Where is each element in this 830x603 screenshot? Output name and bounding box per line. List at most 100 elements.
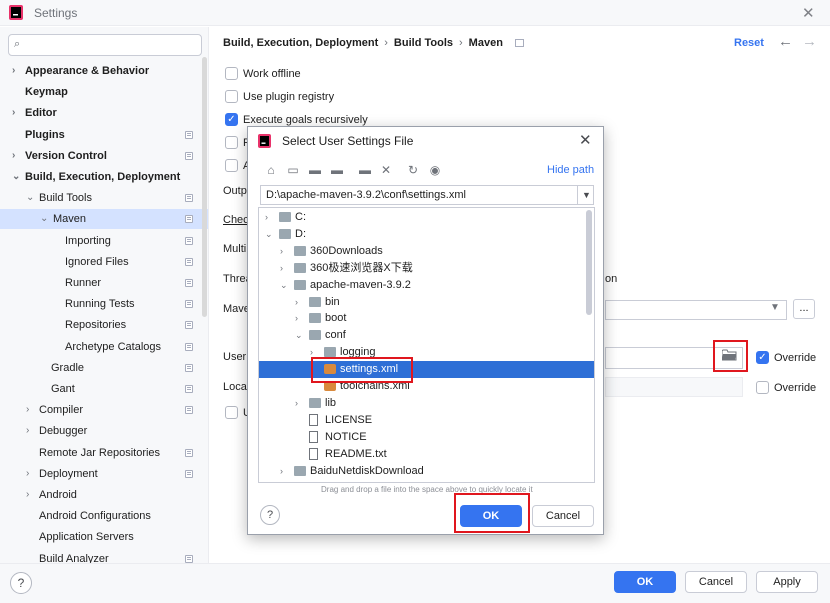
file-tree-row[interactable]: README.txt bbox=[259, 446, 594, 463]
help-button[interactable]: ? bbox=[10, 572, 32, 594]
chevron-down-icon[interactable]: ⌄ bbox=[295, 327, 303, 344]
desktop-icon[interactable]: ▭ bbox=[286, 163, 300, 177]
chevron-right-icon[interactable]: › bbox=[12, 61, 15, 81]
sidebar-item[interactable]: › Compiler bbox=[0, 400, 208, 420]
chevron-down-icon[interactable]: ▼ bbox=[770, 302, 780, 313]
work-offline-checkbox[interactable] bbox=[225, 67, 238, 80]
show-hidden-icon[interactable]: ◉ bbox=[428, 163, 442, 177]
sidebar-item[interactable]: › Debugger bbox=[0, 421, 208, 441]
chevron-right-icon[interactable]: › bbox=[280, 463, 283, 480]
folder-tree-row[interactable]: › BaiduNetdiskDownload bbox=[259, 463, 594, 480]
delete-icon[interactable]: ✕ bbox=[379, 163, 393, 177]
new-folder-icon[interactable]: ▬ bbox=[358, 163, 372, 177]
sidebar-item[interactable]: Repositories bbox=[0, 315, 208, 335]
chevron-right-icon[interactable]: › bbox=[295, 310, 298, 327]
sidebar-item[interactable]: › Appearance & Behavior bbox=[0, 61, 208, 81]
folder-tree-row[interactable]: › C: bbox=[259, 209, 594, 226]
file-tree-row[interactable]: NOTICE bbox=[259, 429, 594, 446]
path-input[interactable]: D:\apache-maven-3.9.2\conf\settings.xml … bbox=[260, 185, 594, 205]
override-user-settings-checkbox[interactable]: ✓ bbox=[756, 351, 769, 364]
cancel-button[interactable]: Cancel bbox=[685, 571, 747, 593]
apply-button[interactable]: Apply bbox=[756, 571, 818, 593]
chevron-down-icon[interactable]: ⌄ bbox=[26, 188, 34, 208]
sidebar-item[interactable]: Ignored Files bbox=[0, 252, 208, 272]
sidebar-scrollbar[interactable] bbox=[202, 57, 207, 317]
folder-tree-row[interactable]: ⌄ apache-maven-3.9.2 bbox=[259, 277, 594, 294]
dialog-help-button[interactable]: ? bbox=[260, 505, 280, 525]
folder-tree-row[interactable]: › 360Downloads bbox=[259, 243, 594, 260]
chevron-down-icon[interactable]: ⌄ bbox=[12, 167, 20, 187]
file-tree-row[interactable]: toolchains.xml bbox=[259, 378, 594, 395]
close-icon[interactable]: ✕ bbox=[579, 131, 592, 149]
folder-tree-row[interactable]: › boot bbox=[259, 310, 594, 327]
sidebar-item[interactable]: ⌄ Build, Execution, Deployment bbox=[0, 167, 208, 187]
sidebar-item[interactable]: Build Analyzer bbox=[0, 549, 208, 563]
folder-tree-row[interactable]: ⌄ conf bbox=[259, 327, 594, 344]
folder-tree-row[interactable]: › bin bbox=[259, 294, 594, 311]
folder-tree-row[interactable]: › logging bbox=[259, 344, 594, 361]
chevron-down-icon[interactable]: ⌄ bbox=[40, 209, 48, 229]
folder-tree-row[interactable]: › 360极速浏览器X下载 bbox=[259, 260, 594, 277]
settings-search-input[interactable]: ⌕ bbox=[8, 34, 202, 56]
sidebar-item[interactable]: Plugins bbox=[0, 125, 208, 145]
forward-arrow-icon[interactable]: → bbox=[802, 33, 817, 50]
reset-link[interactable]: Reset bbox=[734, 37, 764, 49]
refresh-icon[interactable]: ↻ bbox=[406, 163, 420, 177]
breadcrumb-item[interactable]: Build Tools bbox=[394, 37, 453, 49]
file-tree-row[interactable]: LICENSE bbox=[259, 412, 594, 429]
sidebar-item[interactable]: Gant bbox=[0, 379, 208, 399]
override-label: Override bbox=[774, 382, 817, 394]
hide-path-link[interactable]: Hide path bbox=[547, 164, 594, 176]
chevron-right-icon[interactable]: › bbox=[295, 395, 298, 412]
chevron-right-icon[interactable]: › bbox=[280, 260, 283, 277]
chevron-right-icon[interactable]: › bbox=[265, 209, 268, 226]
maven-home-browse-button[interactable]: ... bbox=[793, 299, 815, 319]
sidebar-item[interactable]: Android Configurations bbox=[0, 506, 208, 526]
home-icon[interactable]: ⌂ bbox=[264, 163, 278, 177]
sidebar-item[interactable]: › Deployment bbox=[0, 464, 208, 484]
chevron-right-icon[interactable]: › bbox=[26, 400, 29, 420]
option-a-checkbox[interactable] bbox=[225, 159, 238, 172]
sidebar-item[interactable]: Running Tests bbox=[0, 294, 208, 314]
dialog-cancel-button[interactable]: Cancel bbox=[532, 505, 594, 527]
sidebar-item[interactable]: Archetype Catalogs bbox=[0, 337, 208, 357]
module-folder-icon[interactable]: ▬ bbox=[330, 163, 344, 177]
chevron-right-icon[interactable]: › bbox=[26, 485, 29, 505]
sidebar-item[interactable]: ⌄ Build Tools bbox=[0, 188, 208, 208]
option-p-checkbox[interactable] bbox=[225, 136, 238, 149]
sidebar-item[interactable]: Remote Jar Repositories bbox=[0, 443, 208, 463]
execute-goals-checkbox[interactable]: ✓ bbox=[225, 113, 238, 126]
project-folder-icon[interactable]: ▬ bbox=[308, 163, 322, 177]
option-u-checkbox[interactable] bbox=[225, 406, 238, 419]
chevron-right-icon[interactable]: › bbox=[12, 103, 15, 123]
sidebar-item[interactable]: Application Servers bbox=[0, 527, 208, 547]
chevron-right-icon[interactable]: › bbox=[12, 146, 15, 166]
chevron-down-icon[interactable]: ⌄ bbox=[280, 277, 288, 294]
folder-tree-row[interactable]: ⌄ D: bbox=[259, 226, 594, 243]
chevron-right-icon[interactable]: › bbox=[26, 421, 29, 441]
chevron-right-icon[interactable]: › bbox=[26, 464, 29, 484]
close-window-icon[interactable]: ✕ bbox=[802, 4, 815, 22]
file-tree-scrollbar[interactable] bbox=[586, 210, 592, 315]
sidebar-item[interactable]: ⌄ Maven bbox=[0, 209, 208, 230]
project-settings-icon bbox=[185, 342, 193, 351]
back-arrow-icon[interactable]: ← bbox=[778, 33, 793, 50]
chevron-right-icon[interactable]: › bbox=[280, 243, 283, 260]
override-local-repository-checkbox[interactable] bbox=[756, 381, 769, 394]
sidebar-item[interactable]: Importing bbox=[0, 231, 208, 251]
sidebar-item[interactable]: › Editor bbox=[0, 103, 208, 123]
chevron-down-icon[interactable]: ⌄ bbox=[265, 226, 273, 243]
chevron-right-icon[interactable]: › bbox=[295, 294, 298, 311]
plugin-registry-checkbox[interactable] bbox=[225, 90, 238, 103]
chevron-down-icon[interactable]: ▼ bbox=[577, 186, 595, 204]
sidebar-item[interactable]: Gradle bbox=[0, 358, 208, 378]
sidebar-item[interactable]: › Version Control bbox=[0, 146, 208, 166]
ok-button[interactable]: OK bbox=[614, 571, 676, 593]
sidebar-item[interactable]: › Android bbox=[0, 485, 208, 505]
file-tree-row[interactable]: settings.xml bbox=[259, 361, 594, 379]
folder-tree-row[interactable]: › lib bbox=[259, 395, 594, 412]
breadcrumb-item[interactable]: Build, Execution, Deployment bbox=[223, 37, 378, 49]
maven-home-dropdown[interactable] bbox=[605, 300, 787, 320]
sidebar-item[interactable]: Runner bbox=[0, 273, 208, 293]
sidebar-item[interactable]: Keymap bbox=[0, 82, 208, 102]
